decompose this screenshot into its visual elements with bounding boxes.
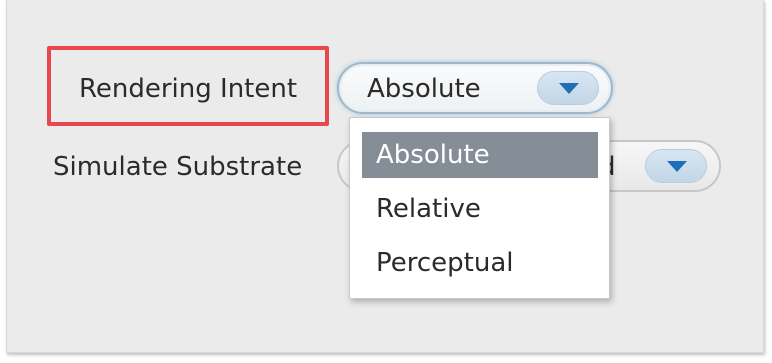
rendering-intent-label: Rendering Intent bbox=[79, 74, 298, 104]
settings-panel: Simulate Substrate d Rendering Intent Ab… bbox=[6, 0, 764, 353]
rendering-intent-arrow-button[interactable] bbox=[537, 71, 599, 105]
simulate-substrate-arrow-button[interactable] bbox=[645, 149, 707, 183]
chevron-down-icon bbox=[559, 83, 579, 94]
option-perceptual[interactable]: Perceptual bbox=[362, 240, 598, 286]
rendering-intent-combobox[interactable]: Absolute bbox=[337, 62, 613, 114]
rendering-intent-value: Absolute bbox=[367, 74, 481, 104]
rendering-intent-dropdown-list: Absolute Relative Perceptual bbox=[349, 117, 610, 299]
option-absolute[interactable]: Absolute bbox=[362, 132, 598, 178]
simulate-substrate-label: Simulate Substrate bbox=[53, 152, 303, 182]
chevron-down-icon bbox=[667, 161, 687, 172]
option-relative[interactable]: Relative bbox=[362, 186, 598, 232]
